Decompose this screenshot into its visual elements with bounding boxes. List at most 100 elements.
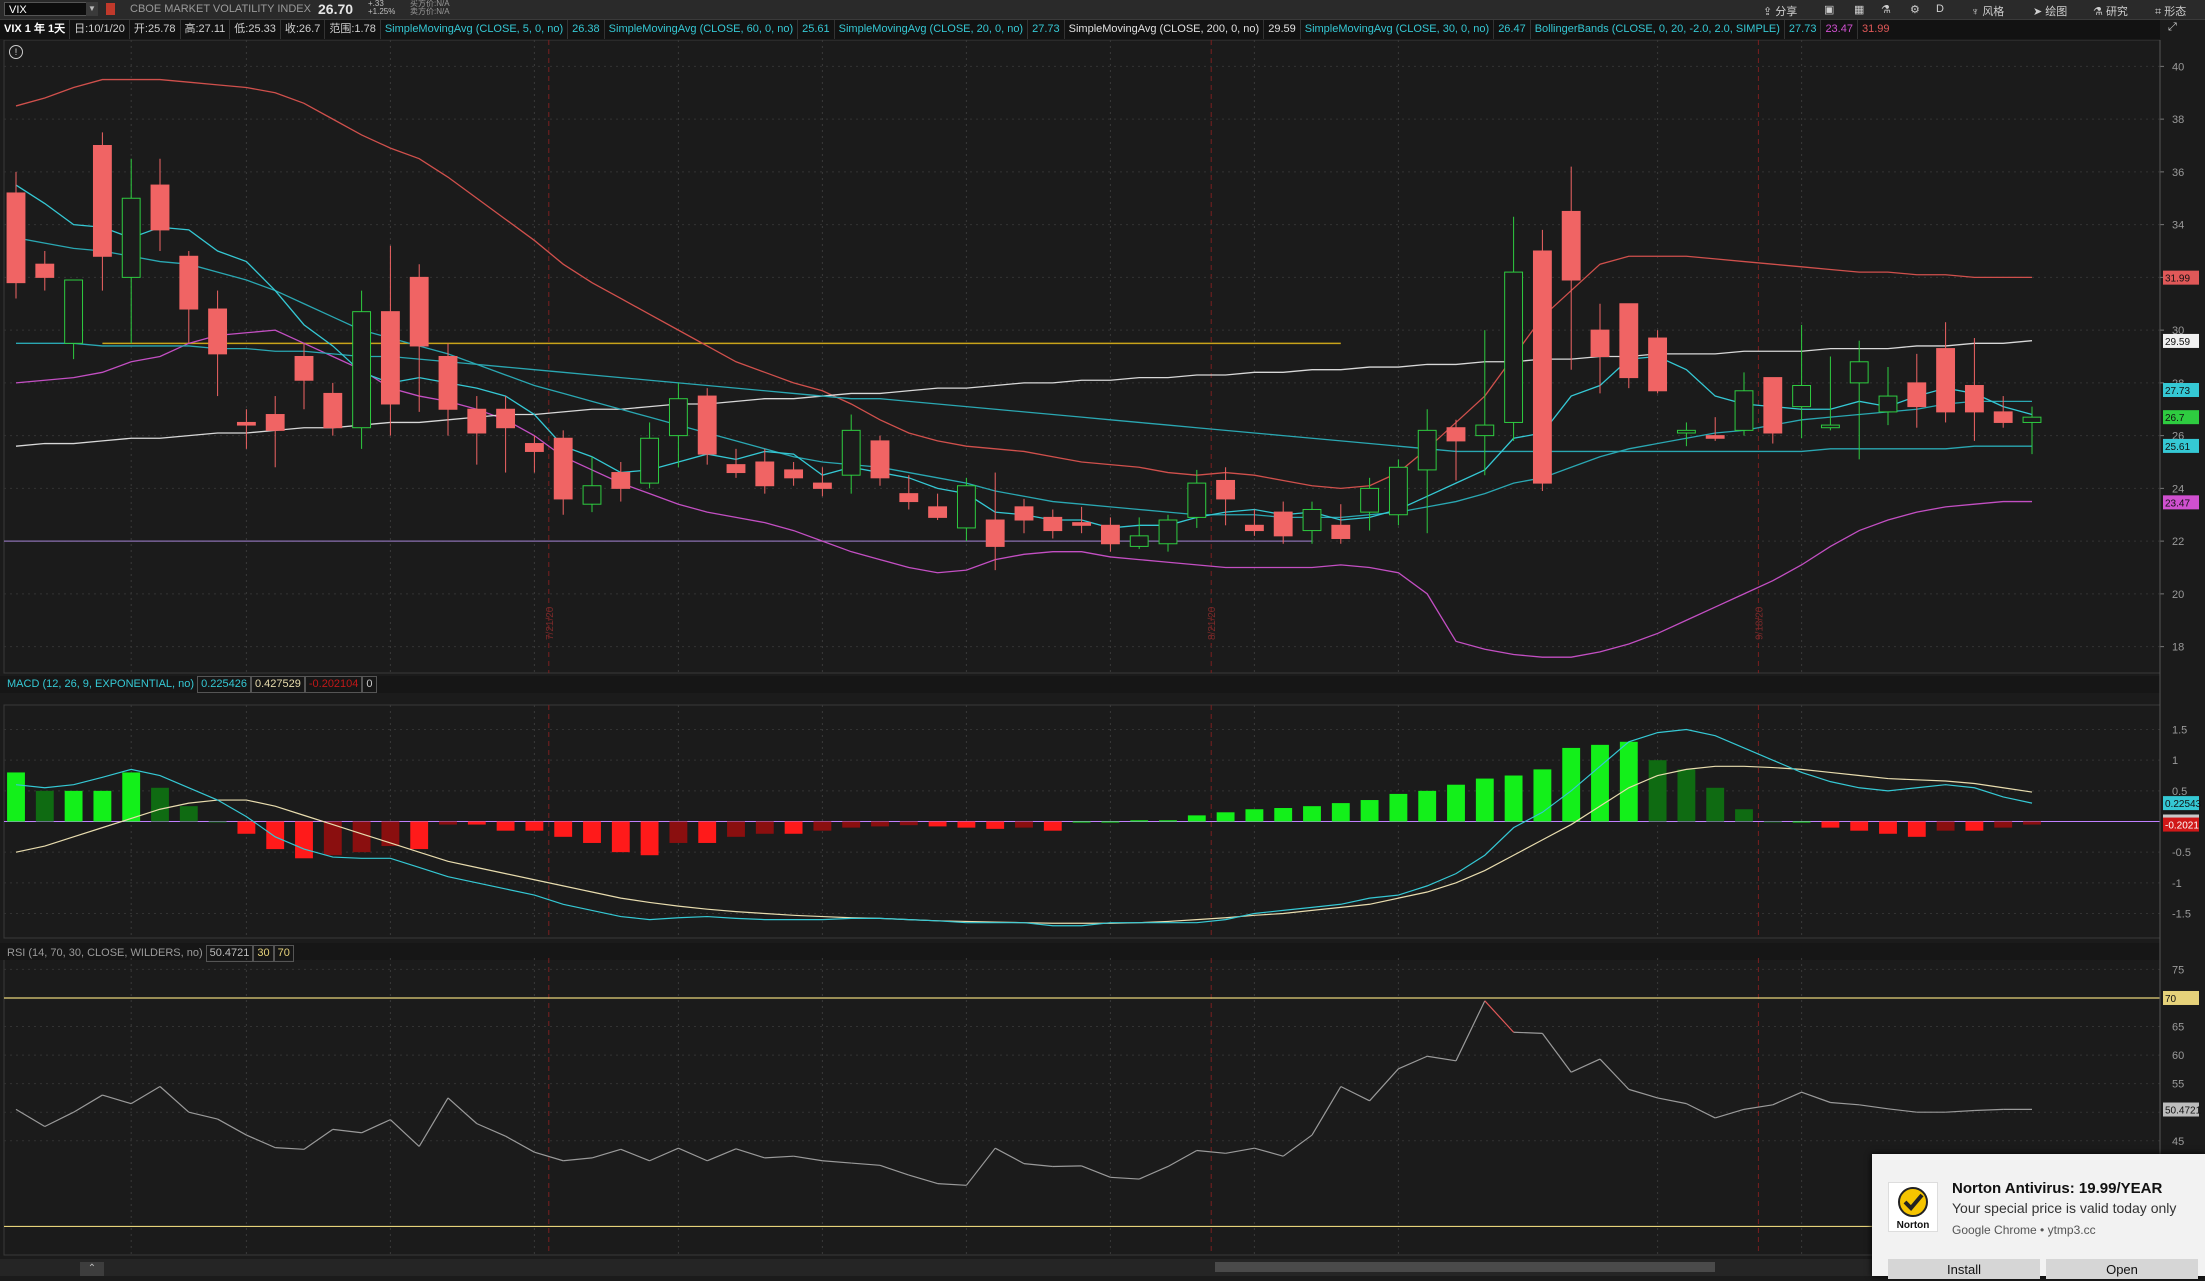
norton-logo-icon: Norton bbox=[1888, 1182, 1938, 1232]
macd-legend: MACD (12, 26, 9, EXPONENTIAL, no) 0.22542… bbox=[4, 676, 377, 693]
candle-body bbox=[1417, 429, 1437, 471]
rsi-axis-label: 65 bbox=[2172, 1022, 2184, 1034]
scrollbar-thumb[interactable] bbox=[1215, 1262, 1715, 1272]
notification-popup[interactable]: Norton Norton Antivirus: 19.99/YEAR Your… bbox=[1872, 1154, 2205, 1279]
macd-histogram-bar bbox=[842, 821, 861, 828]
macd-histogram-bar bbox=[611, 821, 630, 853]
price-tag: 27.73 bbox=[2165, 386, 2190, 397]
chart-period[interactable]: VIX 1 年 1天 bbox=[0, 20, 69, 39]
candle-body bbox=[1590, 329, 1610, 357]
macd-histogram-bar bbox=[1274, 808, 1293, 822]
candle-body bbox=[236, 421, 256, 426]
rsi-line-segment bbox=[1052, 1165, 1082, 1168]
price-axis-label: 22 bbox=[2172, 536, 2184, 548]
share-icon: ⇪ bbox=[1763, 6, 1773, 18]
candle-body bbox=[524, 443, 544, 452]
price-axis-label: 40 bbox=[2172, 61, 2184, 73]
candle-body bbox=[179, 255, 199, 310]
macd-histogram-bar bbox=[899, 821, 918, 826]
macd-histogram-bar bbox=[1216, 812, 1235, 822]
candle-body bbox=[1907, 382, 1927, 408]
alert-flag-icon[interactable] bbox=[106, 3, 115, 15]
study-sma60-label[interactable]: SimpleMovingAvg (CLOSE, 60, 0, no) bbox=[603, 20, 797, 39]
chart-expand-button[interactable]: ⤢ bbox=[2168, 21, 2177, 34]
study-sma200-label[interactable]: SimpleMovingAvg (CLOSE, 200, 0, no) bbox=[1063, 20, 1264, 39]
macd-histogram-bar bbox=[2023, 821, 2041, 825]
macd-histogram-bar bbox=[1303, 806, 1321, 822]
macd-histogram-bar bbox=[957, 821, 976, 828]
symbol-input[interactable]: VIX bbox=[4, 2, 88, 16]
ohlc-range: 范围:1.78 bbox=[324, 20, 379, 39]
candle-body bbox=[1244, 524, 1264, 532]
rsi-value: 50.4721 bbox=[205, 945, 254, 962]
expiration-marker-label: 8/21/20 bbox=[1207, 606, 1218, 640]
symbol-dropdown-button[interactable]: ▼ bbox=[86, 2, 98, 16]
flask-button[interactable]: ⚗ bbox=[1881, 3, 1891, 16]
candle-body bbox=[1705, 435, 1725, 439]
macd-histogram-bar bbox=[1187, 815, 1206, 822]
patterns-button[interactable]: ⌗ 形态 bbox=[2155, 3, 2186, 19]
candle-body bbox=[1792, 385, 1812, 408]
candle-body bbox=[1676, 429, 1696, 434]
price-tag: 31.99 bbox=[2165, 274, 2190, 285]
drawing-button[interactable]: ➤ 绘图 bbox=[2033, 3, 2067, 19]
ohlc-open: 开:25.78 bbox=[128, 20, 180, 39]
candle-body bbox=[956, 485, 976, 529]
symbol-description: CBOE MARKET VOLATILITY INDEX bbox=[130, 3, 311, 15]
study-sma30-value: 26.47 bbox=[1493, 20, 1530, 39]
candle-body bbox=[1619, 303, 1639, 379]
candle-body bbox=[553, 437, 573, 500]
candle-body bbox=[697, 395, 717, 455]
macd-histogram-bar bbox=[755, 821, 774, 834]
grid-button[interactable]: ▦ bbox=[1854, 3, 1864, 16]
info-icon[interactable]: ! bbox=[9, 45, 23, 59]
study-sma30-label[interactable]: SimpleMovingAvg (CLOSE, 30, 0, no) bbox=[1299, 20, 1493, 39]
timeframe-button[interactable]: D bbox=[1936, 3, 1944, 15]
macd-histogram-bar bbox=[784, 821, 803, 834]
settings-button[interactable]: ⚙ bbox=[1910, 3, 1920, 16]
candle-body bbox=[1936, 348, 1956, 413]
study-sma60-value: 25.61 bbox=[797, 20, 834, 39]
scroll-left-button[interactable]: ⌃ bbox=[80, 1262, 104, 1276]
study-bb-label[interactable]: BollingerBands (CLOSE, 0, 20, -2.0, 2.0,… bbox=[1529, 20, 1784, 39]
macd-histogram-bar bbox=[554, 821, 573, 837]
macd-histogram-bar bbox=[1504, 775, 1523, 822]
open-button[interactable]: Open bbox=[2046, 1259, 2198, 1279]
macd-tag: -0.2021 bbox=[2165, 821, 2199, 832]
candle-body bbox=[1216, 479, 1236, 500]
candle-body bbox=[1763, 377, 1783, 434]
macd-histogram-bar bbox=[640, 821, 659, 856]
candle-body bbox=[6, 192, 26, 284]
candle-body bbox=[1331, 524, 1351, 539]
share-label: 分享 bbox=[1775, 6, 1798, 18]
time-scrollbar[interactable] bbox=[0, 1259, 1872, 1276]
share-button[interactable]: ⇪ 分享 bbox=[1763, 3, 1797, 19]
candle-body bbox=[1302, 508, 1322, 532]
ohlc-high: 高:27.11 bbox=[179, 20, 230, 39]
macd-diff-value: -0.202104 bbox=[304, 676, 363, 693]
macd-histogram-bar bbox=[1245, 809, 1264, 822]
study-sma20-value: 27.73 bbox=[1027, 20, 1064, 39]
macd-study-label[interactable]: MACD (12, 26, 9, EXPONENTIAL, no) bbox=[4, 677, 197, 692]
notification-body: Your special price is valid today only bbox=[1952, 1200, 2177, 1216]
candle-body bbox=[467, 408, 487, 434]
candle-body bbox=[1273, 511, 1293, 537]
style-button[interactable]: ♆ 风格 bbox=[1971, 3, 2004, 19]
studies-button[interactable]: ⚗ 研究 bbox=[2093, 3, 2128, 19]
candle-body bbox=[496, 408, 516, 429]
macd-histogram-bar bbox=[1331, 803, 1350, 822]
study-sma20-label[interactable]: SimpleMovingAvg (CLOSE, 20, 0, no) bbox=[833, 20, 1027, 39]
candle-body bbox=[1158, 519, 1178, 545]
expiration-marker-label: 9/18/20 bbox=[1754, 606, 1765, 640]
install-button[interactable]: Install bbox=[1888, 1259, 2040, 1279]
candle-body bbox=[668, 398, 688, 437]
snapshot-button[interactable]: ▣ bbox=[1824, 3, 1834, 16]
macd-histogram-bar bbox=[352, 821, 371, 853]
macd-histogram-bar bbox=[669, 821, 688, 843]
macd-axis-label: -1 bbox=[2172, 878, 2182, 890]
chart-canvas[interactable]: 6/297/67/137/207/278/38/108/178/248/319/… bbox=[0, 40, 2205, 1280]
rsi-study-label[interactable]: RSI (14, 70, 30, CLOSE, WILDERS, no) bbox=[4, 946, 206, 961]
study-sma5-label[interactable]: SimpleMovingAvg (CLOSE, 5, 0, no) bbox=[379, 20, 567, 39]
price-tag: 23.47 bbox=[2165, 498, 2190, 509]
expand-icon: ⤢ bbox=[2168, 21, 2177, 33]
